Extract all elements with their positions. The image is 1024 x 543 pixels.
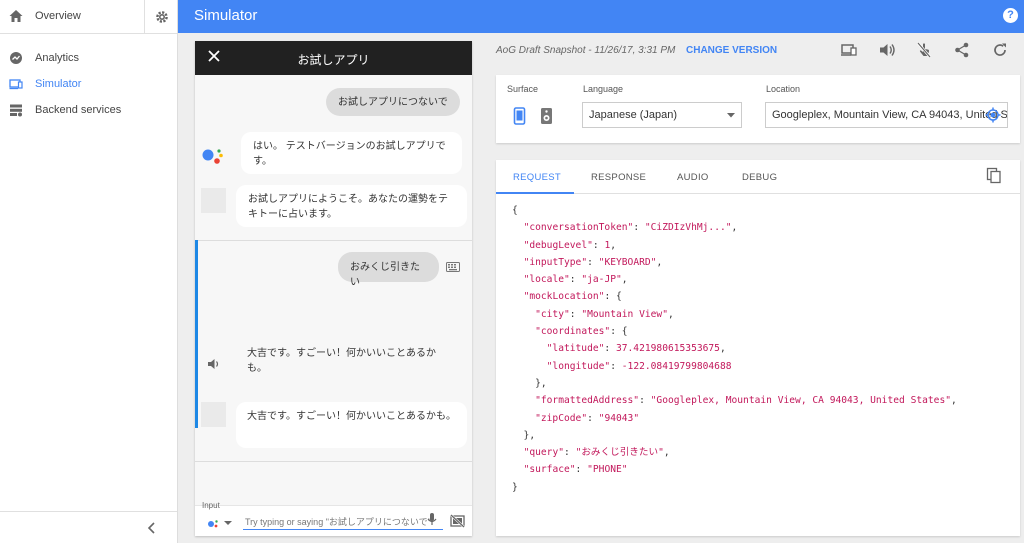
request-response-card: REQUEST RESPONSE AUDIO DEBUG { "conversa… bbox=[496, 160, 1020, 536]
sidebar-item-overview[interactable]: Overview bbox=[35, 10, 81, 22]
analytics-icon bbox=[10, 52, 22, 64]
chat-transcript: お試しアプリにつないで はい。 テストバージョンのお試しアプリです。 お試しアプ… bbox=[195, 75, 472, 505]
request-json: { "conversationToken": "CiZDIzVhMj...", … bbox=[512, 205, 957, 493]
share-icon[interactable] bbox=[953, 41, 971, 59]
location-input[interactable]: Googleplex, Mountain View, CA 94043, Uni… bbox=[765, 102, 1008, 128]
my-location-icon[interactable] bbox=[985, 107, 1001, 123]
tab-audio[interactable]: AUDIO bbox=[677, 172, 709, 183]
sidebar-footer bbox=[0, 511, 177, 543]
keyboard-icon bbox=[446, 262, 460, 272]
tab-debug[interactable]: DEBUG bbox=[742, 172, 777, 183]
input-mode-selector[interactable] bbox=[207, 518, 235, 528]
chevron-left-icon[interactable] bbox=[146, 521, 158, 535]
app-avatar bbox=[201, 402, 226, 427]
sidebar: Overview Analytics Simulator Backend ser… bbox=[0, 0, 178, 543]
turn-divider bbox=[195, 461, 472, 462]
app-voice-message: 大吉です。すごーい！何かいいことあるかも。 bbox=[236, 339, 465, 387]
app-avatar bbox=[201, 188, 226, 213]
help-icon[interactable]: ? bbox=[1003, 8, 1018, 23]
sidebar-item-simulator[interactable]: Simulator bbox=[0, 72, 177, 96]
surface-label: Surface bbox=[507, 84, 539, 94]
sidebar-item-backend-services[interactable]: Backend services bbox=[0, 98, 177, 122]
home-icon[interactable] bbox=[8, 8, 24, 24]
location-label: Location bbox=[766, 84, 801, 94]
selected-turn-highlight bbox=[195, 240, 198, 428]
query-input[interactable]: Try typing or saying "お試しアプリにつないで" bbox=[243, 513, 443, 530]
language-select[interactable]: Japanese (Japan) bbox=[582, 102, 742, 128]
phone-simulator: お試しアプリ お試しアプリにつないで はい。 テストバージョンのお試しアプリです… bbox=[195, 41, 472, 536]
app-message: お試しアプリにようこそ。あなたの運勢をテキトーに占います。 bbox=[236, 185, 467, 227]
volume-icon[interactable] bbox=[878, 41, 896, 59]
phone-surface-icon[interactable] bbox=[513, 107, 526, 125]
snapshot-label: AoG Draft Snapshot - 11/26/17, 3:31 PM bbox=[496, 45, 676, 56]
sidebar-item-analytics[interactable]: Analytics bbox=[0, 46, 177, 70]
speaker-surface-icon[interactable] bbox=[540, 107, 553, 125]
copy-icon[interactable] bbox=[986, 167, 1002, 184]
simulator-icon bbox=[9, 79, 23, 90]
device-toggle-icon[interactable] bbox=[840, 41, 858, 59]
app-name: お試しアプリ bbox=[297, 53, 370, 67]
assistant-message: はい。 テストバージョンのお試しアプリです。 bbox=[241, 132, 462, 174]
assistant-logo-icon bbox=[202, 149, 223, 164]
input-area: Input Try typing or saying "お試しアプリにつないで" bbox=[195, 501, 472, 536]
sidebar-header: Overview bbox=[0, 0, 177, 34]
touch-off-icon[interactable] bbox=[915, 41, 933, 59]
tab-request[interactable]: REQUEST bbox=[513, 172, 561, 183]
user-message: おみくじ引きたい bbox=[338, 252, 439, 288]
phone-header: お試しアプリ bbox=[195, 41, 472, 75]
turn-divider bbox=[195, 240, 472, 241]
user-message: お試しアプリにつないで bbox=[326, 88, 460, 116]
settings-button[interactable] bbox=[144, 0, 178, 34]
change-version-button[interactable]: CHANGE VERSION bbox=[686, 45, 777, 56]
tab-response[interactable]: RESPONSE bbox=[591, 172, 646, 183]
language-label: Language bbox=[583, 84, 624, 94]
display-off-icon[interactable] bbox=[450, 514, 465, 528]
backend-icon bbox=[10, 104, 22, 117]
tab-bar: REQUEST RESPONSE AUDIO DEBUG bbox=[496, 160, 1020, 194]
app-message: 大吉です。すごーい！何かいいことあるかも。 bbox=[236, 402, 467, 448]
top-app-bar: Simulator ? bbox=[178, 0, 1024, 33]
gear-icon bbox=[155, 11, 168, 23]
settings-card: Surface Language Japanese (Japan) Locati… bbox=[496, 75, 1020, 143]
active-tab-indicator bbox=[496, 192, 574, 194]
page-title: Simulator bbox=[194, 7, 258, 24]
chevron-down-icon bbox=[727, 113, 735, 118]
input-label: Input bbox=[202, 501, 220, 510]
microphone-icon[interactable] bbox=[427, 512, 437, 527]
volume-icon bbox=[208, 359, 219, 369]
refresh-icon[interactable] bbox=[991, 41, 1009, 59]
